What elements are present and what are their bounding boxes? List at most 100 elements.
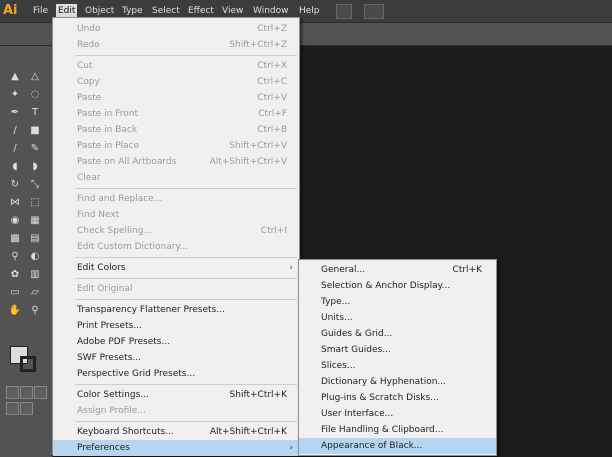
edit-menu-item: Check Spelling... Ctrl+I [53, 223, 299, 239]
edit-menu-item: Copy Ctrl+C [53, 74, 299, 90]
eyedropper-tool-icon[interactable]: ⚲ [8, 250, 22, 264]
lasso-tool-icon[interactable]: ◌ [28, 88, 42, 102]
menu-item-label: Paste in Back [77, 125, 138, 135]
edit-menu-item[interactable]: SWF Presets... [53, 350, 299, 366]
submenu-arrow-icon: › [289, 263, 293, 273]
scale-tool-icon[interactable]: ⤡ [28, 178, 42, 192]
menu-item-label: User Interface... [321, 409, 394, 419]
preferences-menu-item[interactable]: Slices... [299, 358, 496, 374]
stroke-swatch[interactable] [20, 356, 36, 372]
selection-tool-icon[interactable]: ▲ [8, 70, 22, 84]
mesh-tool-icon[interactable]: ▩ [8, 232, 22, 246]
menu-view[interactable]: View [220, 4, 245, 18]
menu-item-label: Edit Original [77, 284, 133, 294]
menu-effect[interactable]: Effect [186, 4, 216, 18]
rectangle-tool-icon[interactable]: ■ [28, 124, 42, 138]
menu-edit[interactable]: Edit [56, 4, 78, 18]
menu-separator [75, 188, 297, 189]
shape-builder-tool-icon[interactable]: ◉ [8, 214, 22, 228]
slice-tool-icon[interactable]: ▱ [28, 286, 42, 300]
column-graph-tool-icon[interactable]: ▥ [28, 268, 42, 282]
edit-menu-item: Edit Custom Dictionary... [53, 239, 299, 255]
perspective-grid-tool-icon[interactable]: ▦ [28, 214, 42, 228]
gradient-tool-icon[interactable]: ▤ [28, 232, 42, 246]
menu-item-label: Keyboard Shortcuts... [77, 427, 174, 437]
edit-menu-item: Paste in Place Shift+Ctrl+V [53, 138, 299, 154]
none-mode-icon[interactable] [34, 386, 47, 399]
edit-menu-item[interactable]: Keyboard Shortcuts... Alt+Shift+Ctrl+K [53, 424, 299, 440]
illustrator-logo: Ai [3, 3, 18, 18]
edit-menu-item[interactable]: Color Settings... Shift+Ctrl+K [53, 387, 299, 403]
preferences-menu-item[interactable]: Units... [299, 310, 496, 326]
menu-item-label: Perspective Grid Presets... [77, 369, 196, 379]
draw-mode-icon[interactable] [6, 402, 19, 415]
menu-item-label: General... [321, 265, 366, 275]
menu-item-label: Assign Profile... [77, 406, 146, 416]
preferences-menu-item[interactable]: Guides & Grid... [299, 326, 496, 342]
edit-menu-item[interactable]: Print Presets... [53, 318, 299, 334]
paintbrush-tool-icon[interactable]: ∕ [8, 142, 22, 156]
preferences-menu-item[interactable]: General... Ctrl+K [299, 262, 496, 278]
preferences-menu-item[interactable]: Smart Guides... [299, 342, 496, 358]
menu-item-label: Units... [321, 313, 353, 323]
arrange-documents-button[interactable] [364, 4, 384, 19]
blend-tool-icon[interactable]: ◐ [28, 250, 42, 264]
edit-menu-item[interactable]: Edit Colors › [53, 260, 299, 276]
edit-menu-item[interactable]: Adobe PDF Presets... [53, 334, 299, 350]
width-tool-icon[interactable]: ⋈ [8, 196, 22, 210]
screen-mode-icon[interactable] [20, 402, 33, 415]
preferences-menu-item[interactable]: Selection & Anchor Display... [299, 278, 496, 294]
edit-menu-item: Paste in Front Ctrl+F [53, 106, 299, 122]
preferences-menu-item[interactable]: Appearance of Black... [299, 438, 496, 454]
magic-wand-tool-icon[interactable]: ✦ [8, 88, 22, 102]
menu-item-label: Paste [77, 93, 102, 103]
menu-separator [75, 55, 297, 56]
menu-item-label: Color Settings... [77, 390, 149, 400]
bridge-button[interactable] [336, 4, 352, 19]
preferences-menu-item[interactable]: Plug-ins & Scratch Disks... [299, 390, 496, 406]
menu-type[interactable]: Type [120, 4, 145, 18]
edit-menu-item[interactable]: Transparency Flattener Presets... [53, 302, 299, 318]
gradient-mode-icon[interactable] [20, 386, 33, 399]
menu-item-label: Edit Custom Dictionary... [77, 242, 189, 252]
menu-item-label: SWF Presets... [77, 353, 141, 363]
edit-menu-item: Undo Ctrl+Z [53, 21, 299, 37]
color-mode-icon[interactable] [6, 386, 19, 399]
menu-item-label: Guides & Grid... [321, 329, 393, 339]
preferences-menu-item[interactable]: User Interface... [299, 406, 496, 422]
menu-item-label: Check Spelling... [77, 226, 153, 236]
menu-help[interactable]: Help [297, 4, 322, 18]
hand-tool-icon[interactable]: ✋ [8, 304, 22, 318]
symbol-sprayer-tool-icon[interactable]: ✿ [8, 268, 22, 282]
preferences-menu-item[interactable]: Dictionary & Hyphenation... [299, 374, 496, 390]
blob-brush-tool-icon[interactable]: ◖ [8, 160, 22, 174]
menu-item-label: Cut [77, 61, 93, 71]
preferences-submenu: General... Ctrl+K Selection & Anchor Displ… [298, 259, 497, 456]
edit-menu-item: Paste on All Artboards Alt+Shift+Ctrl+V [53, 154, 299, 170]
edit-menu-item: Edit Original [53, 281, 299, 297]
rotate-tool-icon[interactable]: ↻ [8, 178, 22, 192]
line-tool-icon[interactable]: / [8, 124, 22, 138]
menu-item-label: File Handling & Clipboard... [321, 425, 444, 435]
menu-file[interactable]: File [31, 4, 50, 18]
menu-object[interactable]: Object [83, 4, 116, 18]
menu-select[interactable]: Select [150, 4, 182, 18]
edit-menu-item: Assign Profile... [53, 403, 299, 419]
pencil-tool-icon[interactable]: ✎ [28, 142, 42, 156]
menu-item-label: Selection & Anchor Display... [321, 281, 451, 291]
edit-menu-item[interactable]: Preferences › [53, 440, 299, 456]
edit-menu-item[interactable]: Perspective Grid Presets... [53, 366, 299, 382]
eraser-tool-icon[interactable]: ◗ [28, 160, 42, 174]
direct-selection-tool-icon[interactable]: △ [28, 70, 42, 84]
edit-menu-item: Paste Ctrl+V [53, 90, 299, 106]
type-tool-icon[interactable]: T [28, 106, 42, 120]
menu-window[interactable]: Window [251, 4, 291, 18]
free-transform-tool-icon[interactable]: ⬚ [28, 196, 42, 210]
zoom-tool-icon[interactable]: ⚲ [28, 304, 42, 318]
menu-separator [75, 421, 297, 422]
artboard-tool-icon[interactable]: ▭ [8, 286, 22, 300]
menu-item-shortcut: Alt+Shift+Ctrl+V [209, 157, 287, 167]
preferences-menu-item[interactable]: File Handling & Clipboard... [299, 422, 496, 438]
pen-tool-icon[interactable]: ✒ [8, 106, 22, 120]
preferences-menu-item[interactable]: Type... [299, 294, 496, 310]
